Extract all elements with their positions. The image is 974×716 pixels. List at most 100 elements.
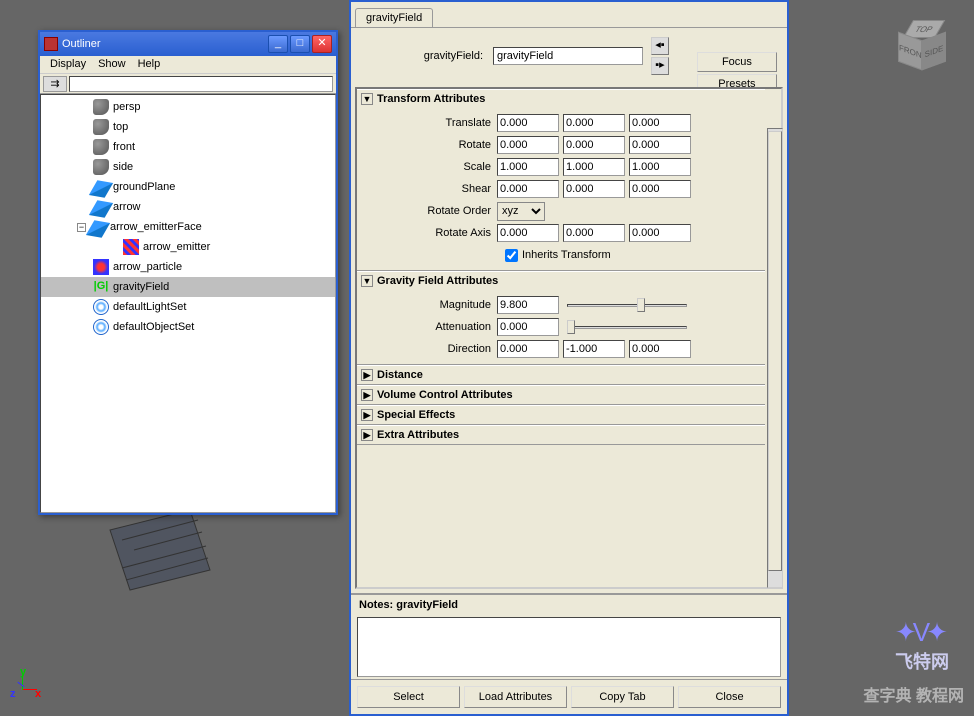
mesh-icon (89, 180, 113, 198)
view-cube[interactable]: TOP FRONT SIDE (894, 20, 954, 80)
section-head-transform[interactable]: ▼Transform Attributes (357, 90, 765, 108)
section-head-gravity[interactable]: ▼Gravity Field Attributes (357, 272, 765, 290)
rotate-axis-y[interactable] (563, 224, 625, 242)
rotate-label: Rotate (357, 139, 497, 151)
rotate-y[interactable] (563, 136, 625, 154)
tree-item-arrow[interactable]: arrow (41, 197, 335, 217)
outliner-tree[interactable]: persptopfrontsidegroundPlanearrow−arrow_… (40, 94, 336, 513)
tree-item-label: arrow_emitter (143, 241, 210, 253)
tree-item-label: arrow_particle (113, 261, 182, 273)
outliner-app-icon (44, 37, 58, 51)
expand-icon: ▶ (361, 409, 373, 421)
rotate-axis-x[interactable] (497, 224, 559, 242)
watermark-text: 查字典 教程网 (864, 682, 964, 706)
magnitude-slider[interactable] (567, 296, 687, 314)
tree-item-label: arrow (113, 201, 141, 213)
shear-z[interactable] (629, 180, 691, 198)
rotate-order-label: Rotate Order (357, 205, 497, 217)
scale-y[interactable] (563, 158, 625, 176)
shear-y[interactable] (563, 180, 625, 198)
rotate-x[interactable] (497, 136, 559, 154)
tree-item-groundPlane[interactable]: groundPlane (41, 177, 335, 197)
magnitude-label: Magnitude (357, 299, 497, 311)
tree-item-side[interactable]: side (41, 157, 335, 177)
attr-scroll-area[interactable]: ▼Transform Attributes Translate Rotate S… (355, 87, 783, 589)
menu-display[interactable]: Display (44, 58, 92, 71)
scale-z[interactable] (629, 158, 691, 176)
menu-help[interactable]: Help (132, 58, 167, 71)
tree-item-label: defaultObjectSet (113, 321, 194, 333)
outliner-toolbar: ⇉ (40, 74, 336, 94)
maximize-button[interactable]: □ (290, 35, 310, 53)
tree-item-gravityField[interactable]: |G|gravityField (41, 277, 335, 297)
collapse-icon: ▼ (361, 275, 373, 287)
close-panel-button[interactable]: Close (678, 686, 781, 708)
notes-label: Notes: gravityField (351, 593, 787, 615)
copy-tab-button[interactable]: Copy Tab (571, 686, 674, 708)
tree-item-label: side (113, 161, 133, 173)
rotate-z[interactable] (629, 136, 691, 154)
section-head-distance[interactable]: ▶Distance (357, 366, 765, 384)
tree-item-arrow_emitterFace[interactable]: −arrow_emitterFace (41, 217, 335, 237)
tree-item-label: gravityField (113, 281, 169, 293)
section-head-extra[interactable]: ▶Extra Attributes (357, 426, 765, 444)
attenuation-input[interactable] (497, 318, 559, 336)
rotate-axis-z[interactable] (629, 224, 691, 242)
attr-scrollbar[interactable] (767, 128, 783, 588)
inherits-transform-checkbox[interactable] (505, 249, 518, 262)
expand-icon: ▶ (361, 429, 373, 441)
magnitude-input[interactable] (497, 296, 559, 314)
tree-item-arrow_particle[interactable]: arrow_particle (41, 257, 335, 277)
tree-item-top[interactable]: top (41, 117, 335, 137)
tree-item-persp[interactable]: persp (41, 97, 335, 117)
direction-label: Direction (357, 343, 497, 355)
node-name-input[interactable] (493, 47, 643, 65)
attenuation-slider[interactable] (567, 318, 687, 336)
section-head-special[interactable]: ▶Special Effects (357, 406, 765, 424)
translate-y[interactable] (563, 114, 625, 132)
tree-item-arrow_emitter[interactable]: arrow_emitter (41, 237, 335, 257)
cam-icon (93, 119, 109, 135)
menu-show[interactable]: Show (92, 58, 132, 71)
outliner-titlebar[interactable]: Outliner _ □ ✕ (40, 32, 336, 56)
scale-label: Scale (357, 161, 497, 173)
translate-x[interactable] (497, 114, 559, 132)
axis-z-label: z (10, 688, 16, 700)
minimize-button[interactable]: _ (268, 35, 288, 53)
section-head-volume[interactable]: ▶Volume Control Attributes (357, 386, 765, 404)
tree-item-defaultLightSet[interactable]: defaultLightSet (41, 297, 335, 317)
rotate-order-select[interactable]: xyz (497, 202, 545, 221)
collapse-icon: ▼ (361, 93, 373, 105)
translate-label: Translate (357, 117, 497, 129)
notes-textarea[interactable] (357, 617, 781, 677)
set-icon (93, 319, 109, 335)
attribute-editor-window: gravityField gravityField: ◂▪ ▪▸ Focus P… (349, 0, 789, 716)
cam-icon (93, 159, 109, 175)
tree-item-front[interactable]: front (41, 137, 335, 157)
load-attributes-button[interactable]: Load Attributes (464, 686, 567, 708)
expand-icon: ▶ (361, 389, 373, 401)
select-button[interactable]: Select (357, 686, 460, 708)
close-button[interactable]: ✕ (312, 35, 332, 53)
direction-x[interactable] (497, 340, 559, 358)
outliner-search-input[interactable] (69, 76, 333, 92)
tab-gravityfield[interactable]: gravityField (355, 8, 433, 27)
tree-item-label: persp (113, 101, 141, 113)
outliner-title: Outliner (62, 38, 268, 50)
shear-label: Shear (357, 183, 497, 195)
scale-x[interactable] (497, 158, 559, 176)
translate-z[interactable] (629, 114, 691, 132)
shear-x[interactable] (497, 180, 559, 198)
filter-icon[interactable]: ⇉ (43, 76, 67, 92)
site-logo: ✦V✦ 飞特网 (895, 617, 949, 674)
lock-icon[interactable]: ◂▪ (651, 37, 669, 55)
section-gravity: ▼Gravity Field Attributes Magnitude Atte… (357, 271, 765, 365)
collapse-icon[interactable]: − (77, 223, 86, 232)
direction-z[interactable] (629, 340, 691, 358)
list-icon[interactable]: ▪▸ (651, 57, 669, 75)
tree-item-defaultObjectSet[interactable]: defaultObjectSet (41, 317, 335, 337)
axis-gizmo: y z x (15, 666, 45, 696)
attr-tabs: gravityField (351, 2, 787, 28)
focus-button[interactable]: Focus (697, 52, 777, 72)
direction-y[interactable] (563, 340, 625, 358)
